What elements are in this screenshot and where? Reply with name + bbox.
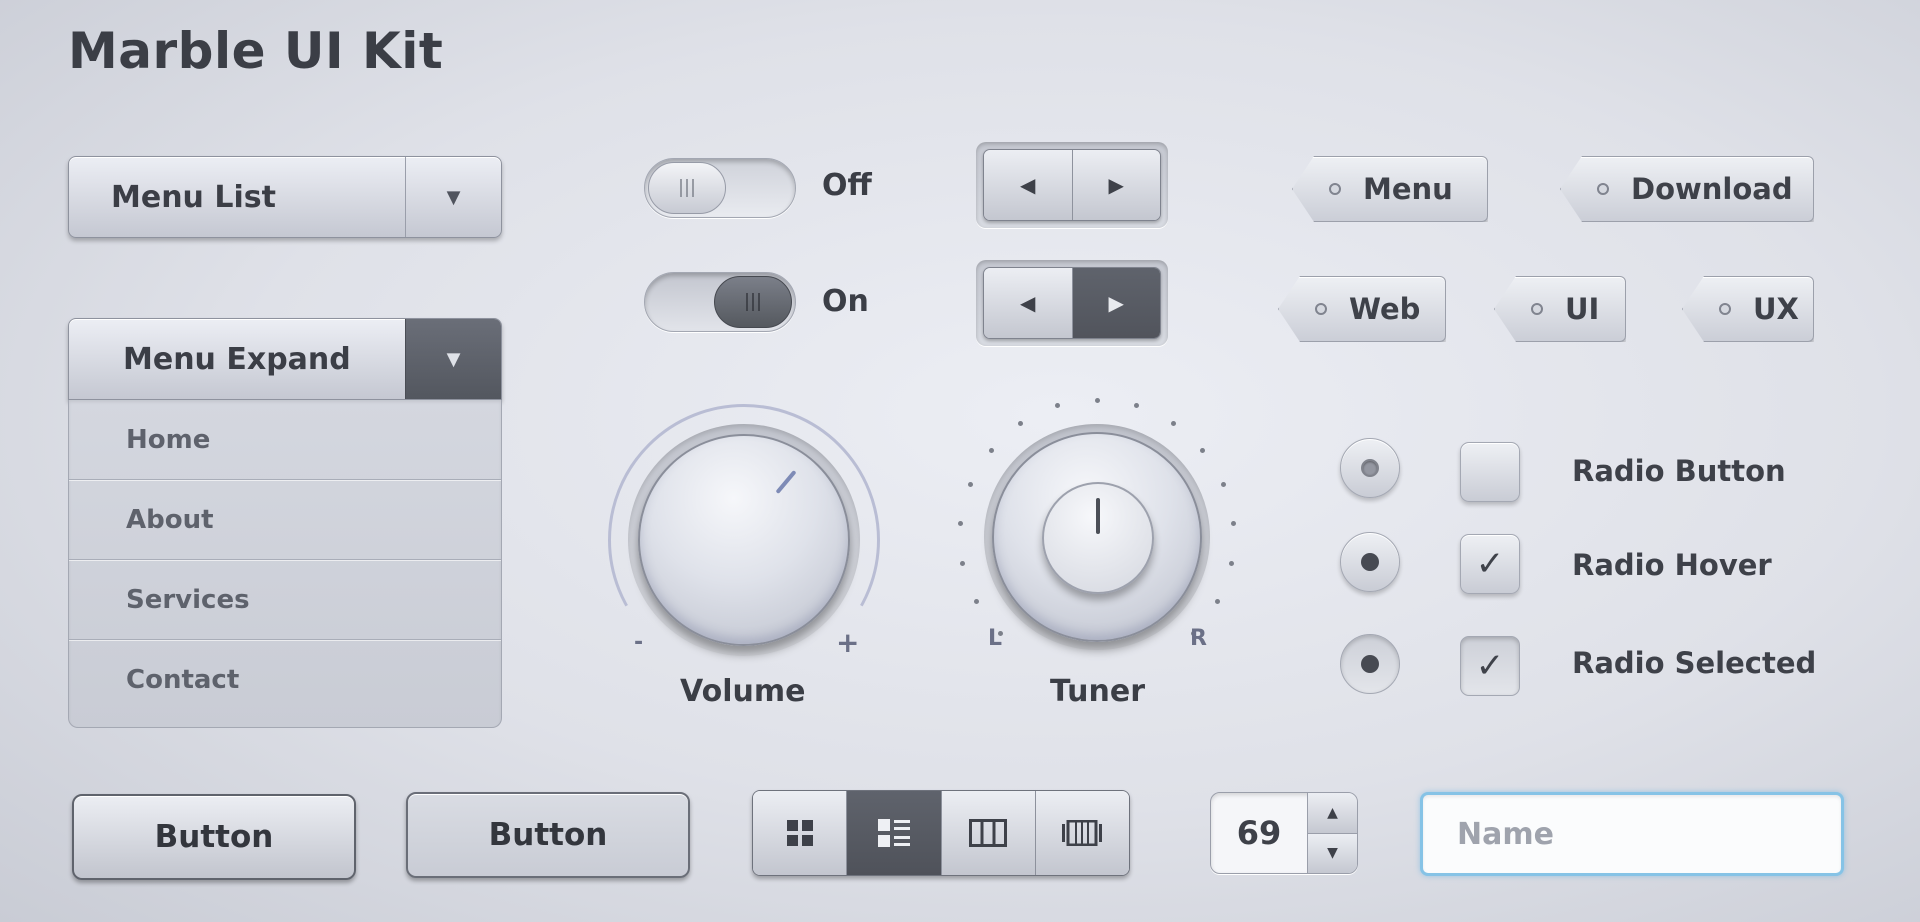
- tuner-tick-dot: [967, 482, 973, 488]
- checkbox-hover[interactable]: ✓: [1460, 534, 1520, 594]
- column-view-icon[interactable]: [940, 791, 1035, 875]
- secondary-button[interactable]: Button: [406, 792, 690, 878]
- tag-download[interactable]: Download: [1560, 156, 1814, 222]
- tuner-tick-dot: [973, 599, 979, 605]
- tag-label: Menu: [1363, 172, 1453, 206]
- checkmark-icon: ✓: [1475, 544, 1505, 584]
- radio-hover-label: Radio Hover: [1572, 548, 1772, 582]
- tuner-indicator: [1096, 498, 1100, 534]
- view-mode-group: [752, 790, 1130, 876]
- pager-controls: ◀ ▶: [976, 142, 1168, 228]
- tuner-left-label: L: [988, 626, 1003, 651]
- tag-label: UX: [1753, 292, 1799, 326]
- tuner-tick-dot: [958, 521, 964, 527]
- stepper-value[interactable]: 69: [1211, 793, 1307, 873]
- tag-label: Download: [1631, 172, 1793, 206]
- toggle-on[interactable]: [644, 272, 796, 332]
- tuner-knob[interactable]: [992, 432, 1202, 642]
- dropdown-label: Menu Expand: [123, 341, 351, 377]
- prev-arrow-icon[interactable]: ◀: [984, 268, 1072, 338]
- tag-web[interactable]: Web: [1278, 276, 1446, 342]
- toggle-knob[interactable]: [714, 276, 792, 328]
- checkbox[interactable]: [1460, 442, 1520, 502]
- tuner-tick-dot: [1228, 561, 1234, 567]
- tuner-tick-dot: [988, 447, 994, 453]
- list-view-icon[interactable]: [846, 791, 941, 875]
- toggle-off[interactable]: [644, 158, 796, 218]
- tag-label: Web: [1349, 292, 1421, 326]
- toggle-knob[interactable]: [648, 162, 726, 214]
- menu-item-services[interactable]: Services: [69, 560, 501, 640]
- checkbox-selected[interactable]: ✓: [1460, 636, 1520, 696]
- tag-hole-icon: [1597, 183, 1609, 195]
- next-arrow-icon[interactable]: ▶: [1071, 150, 1160, 220]
- menu-item-about[interactable]: About: [69, 480, 501, 560]
- tag-hole-icon: [1531, 303, 1543, 315]
- radio-hover[interactable]: [1340, 532, 1400, 592]
- tuner-tick-dot: [960, 561, 966, 567]
- dropdown-label: Menu List: [111, 179, 276, 215]
- tuner-tick-dot: [1230, 521, 1236, 527]
- menu-list-dropdown[interactable]: Menu List ▼: [68, 156, 502, 238]
- chevron-down-icon[interactable]: ▼: [405, 157, 501, 237]
- radio-button[interactable]: [1340, 438, 1400, 498]
- tuner-tick-dot: [1200, 447, 1206, 453]
- tuner-tick-dot: [1134, 403, 1140, 409]
- name-input[interactable]: [1420, 792, 1844, 876]
- volume-knob[interactable]: [638, 434, 850, 646]
- tuner-tick-dot: [1094, 397, 1100, 403]
- tag-hole-icon: [1329, 183, 1341, 195]
- tag-hole-icon: [1719, 303, 1731, 315]
- tuner-label: Tuner: [1050, 674, 1146, 709]
- volume-label: Volume: [680, 674, 806, 709]
- filmstrip-view-icon[interactable]: [1034, 791, 1129, 875]
- radio-dot: [1361, 553, 1379, 571]
- radio-dot: [1361, 655, 1379, 673]
- primary-button[interactable]: Button: [72, 794, 356, 880]
- menu-item-contact[interactable]: Contact: [69, 640, 501, 720]
- tag-label: UI: [1565, 292, 1600, 326]
- radio-selected[interactable]: [1340, 634, 1400, 694]
- prev-arrow-icon[interactable]: ◀: [984, 150, 1072, 220]
- volume-min-label: -: [634, 630, 644, 655]
- increment-arrow-icon[interactable]: ▲: [1308, 793, 1357, 833]
- tuner-tick-dot: [1054, 403, 1060, 409]
- tuner-right-label: R: [1190, 626, 1207, 651]
- volume-indicator: [775, 469, 797, 495]
- tuner-tick-dot: [1215, 599, 1221, 605]
- tuner-knob-cap[interactable]: [1042, 482, 1154, 594]
- tag-ui[interactable]: UI: [1494, 276, 1626, 342]
- radio-button-label: Radio Button: [1572, 454, 1786, 488]
- menu-item-home[interactable]: Home: [69, 400, 501, 480]
- grid-view-icon[interactable]: [753, 791, 847, 875]
- tag-ux[interactable]: UX: [1682, 276, 1814, 342]
- tag-menu[interactable]: Menu: [1292, 156, 1488, 222]
- tuner-tick-dot: [1170, 420, 1176, 426]
- decrement-arrow-icon[interactable]: ▼: [1308, 832, 1357, 873]
- quantity-stepper[interactable]: 69 ▲ ▼: [1210, 792, 1358, 874]
- volume-max-label: +: [836, 626, 860, 659]
- tuner-tick-dot: [1018, 420, 1024, 426]
- tag-hole-icon: [1315, 303, 1327, 315]
- menu-expand-dropdown[interactable]: Menu Expand ▼: [68, 318, 502, 400]
- dropdown-menu-list: Home About Services Contact: [68, 400, 502, 728]
- tuner-tick-dot: [1221, 482, 1227, 488]
- chevron-down-icon[interactable]: ▼: [405, 319, 501, 399]
- toggle-on-label: On: [822, 284, 869, 319]
- checkmark-icon: ✓: [1475, 646, 1505, 686]
- toggle-off-label: Off: [822, 168, 872, 203]
- radio-selected-label: Radio Selected: [1572, 646, 1817, 680]
- pager-controls-active: ◀ ▶: [976, 260, 1168, 346]
- next-arrow-icon[interactable]: ▶: [1071, 268, 1160, 338]
- radio-dot: [1361, 459, 1379, 477]
- page-title: Marble UI Kit: [68, 22, 444, 80]
